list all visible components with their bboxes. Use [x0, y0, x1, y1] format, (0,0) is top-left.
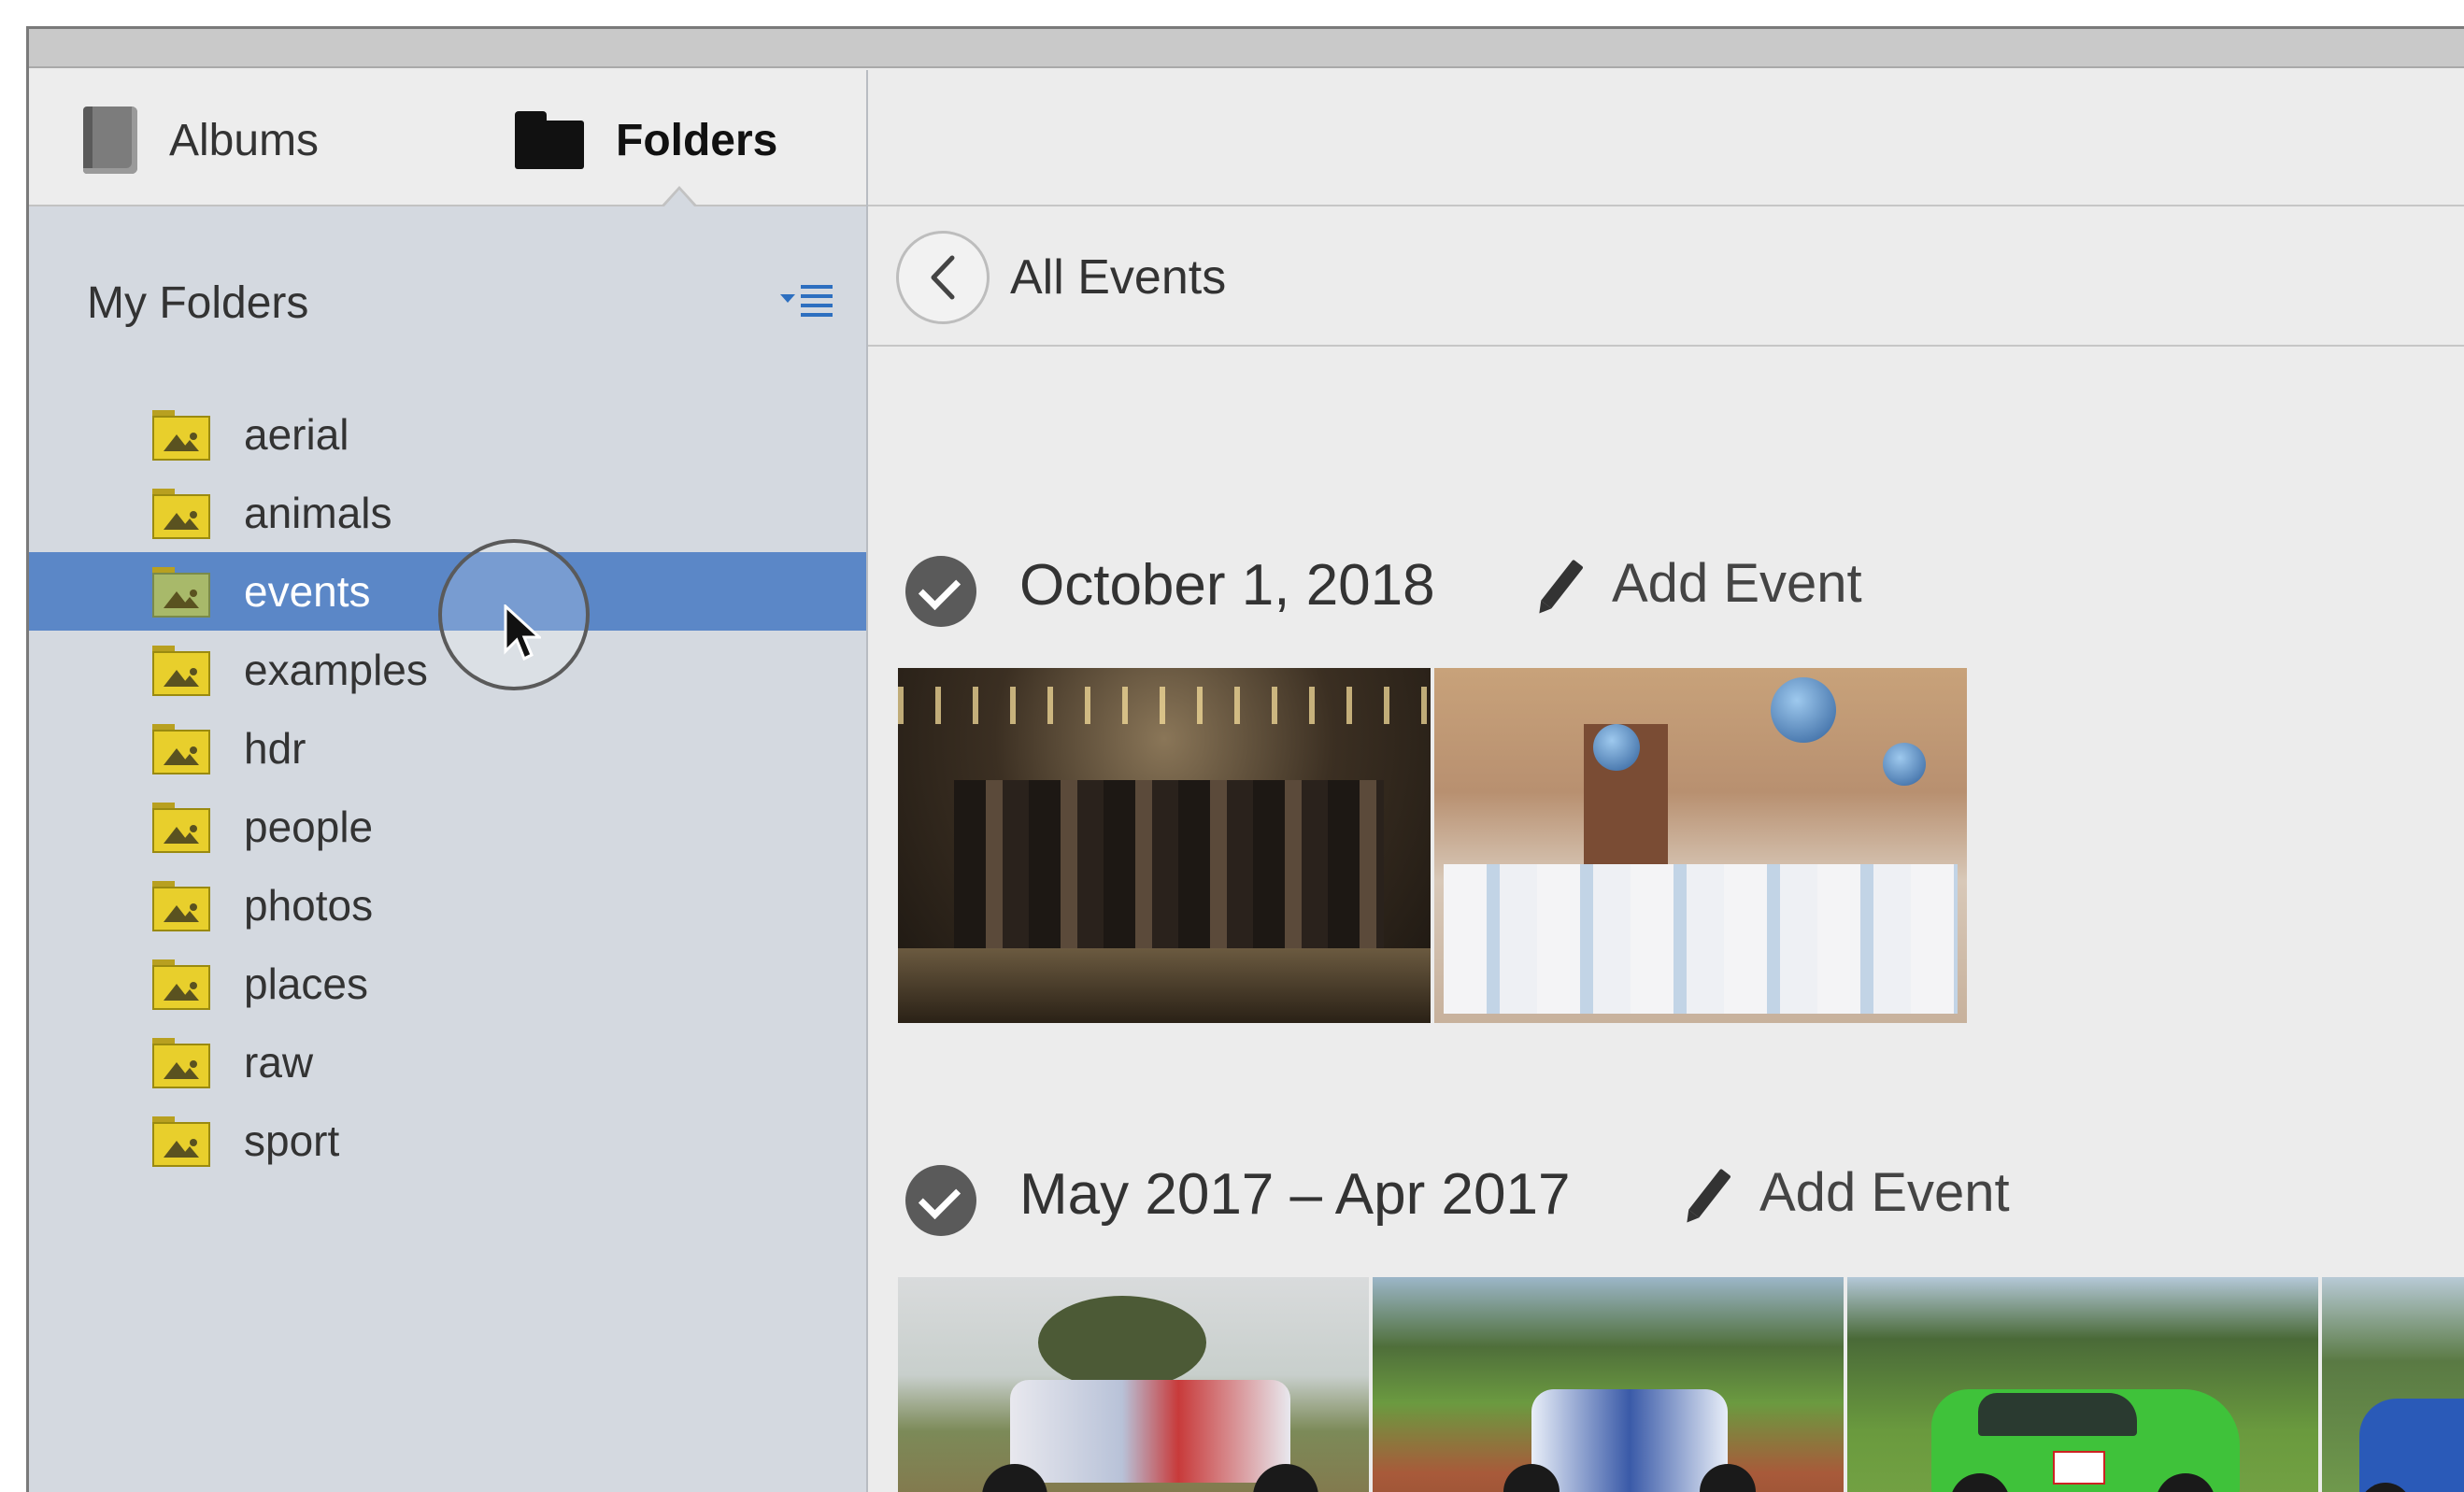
folder-label: events — [244, 567, 371, 616]
image-folder-icon — [152, 881, 210, 931]
folder-item-aerial[interactable]: aerial — [29, 395, 866, 474]
image-folder-icon — [152, 646, 210, 696]
check-circle-icon[interactable] — [905, 556, 976, 627]
dropdown-arrow-icon — [780, 294, 795, 303]
event-header: May 2017 – Apr 2017 Add Event — [868, 1156, 2457, 1240]
event-date: May 2017 – Apr 2017 — [1019, 1162, 1571, 1227]
folder-label: people — [244, 803, 374, 851]
add-event-label: Add Event — [1759, 1162, 2010, 1223]
folder-item-places[interactable]: places — [29, 945, 866, 1023]
folder-label: raw — [244, 1038, 314, 1087]
image-folder-icon — [152, 959, 210, 1010]
folder-label: aerial — [244, 410, 349, 459]
folder-item-photos[interactable]: photos — [29, 866, 866, 945]
image-folder-icon — [152, 489, 210, 539]
add-event-button[interactable]: Add Event — [1541, 552, 1862, 615]
photo-thumbnail[interactable] — [2322, 1277, 2464, 1492]
check-circle-icon[interactable] — [905, 1165, 976, 1236]
tab-folders[interactable]: Folders — [515, 107, 777, 173]
photo-thumbnail[interactable] — [898, 668, 1431, 1023]
tab-albums[interactable]: Albums — [83, 107, 320, 174]
image-folder-icon — [152, 724, 210, 774]
pencil-icon — [1541, 559, 1584, 608]
tab-albums-label: Albums — [169, 115, 320, 165]
back-button[interactable] — [896, 231, 990, 324]
folder-item-hdr[interactable]: hdr — [29, 709, 866, 788]
image-folder-icon — [152, 1038, 210, 1088]
photo-thumbnail[interactable] — [898, 1277, 1369, 1492]
chevron-left-icon — [931, 255, 955, 300]
photo-thumbnail[interactable] — [1373, 1277, 1844, 1492]
image-folder-icon — [152, 410, 210, 461]
section-title: My Folders — [87, 278, 309, 328]
photo-thumbnail[interactable] — [1434, 668, 1967, 1023]
image-folder-icon — [152, 567, 210, 618]
pencil-icon — [1688, 1168, 1731, 1217]
folder-label: animals — [244, 489, 392, 537]
photo-thumbnail[interactable] — [1847, 1277, 2318, 1492]
add-event-label: Add Event — [1612, 553, 1862, 614]
mouse-cursor-icon — [504, 604, 541, 661]
folder-item-people[interactable]: people — [29, 788, 866, 866]
tab-folders-label: Folders — [616, 115, 778, 165]
folder-item-raw[interactable]: raw — [29, 1023, 866, 1101]
list-icon — [801, 285, 833, 317]
folder-item-animals[interactable]: animals — [29, 474, 866, 552]
image-folder-icon — [152, 803, 210, 853]
folder-label: examples — [244, 646, 428, 694]
folder-label: sport — [244, 1116, 340, 1165]
main-panel: All Events October 1, 2018 Add Event May… — [868, 70, 2464, 1492]
sidebar: Albums Folders My Folders aerial animals — [29, 70, 868, 1492]
event-header: October 1, 2018 Add Event — [868, 547, 2363, 631]
active-tab-indicator — [661, 186, 698, 207]
event-date: October 1, 2018 — [1019, 553, 1435, 618]
folder-list: aerial animals events examples hdr peopl… — [29, 395, 866, 1180]
add-event-button[interactable]: Add Event — [1688, 1161, 2010, 1224]
folder-label: photos — [244, 881, 374, 930]
app-window: Albums Folders My Folders aerial animals — [26, 26, 2464, 1492]
events-nav-bar: All Events — [868, 206, 2464, 347]
image-folder-icon — [152, 1116, 210, 1167]
folder-icon — [515, 111, 584, 169]
folder-item-sport[interactable]: sport — [29, 1101, 866, 1180]
book-icon — [83, 107, 137, 174]
main-toolbar — [868, 70, 2464, 206]
sidebar-tabs: Albums Folders — [29, 70, 866, 207]
nav-title: All Events — [1010, 250, 1227, 305]
title-bar — [29, 29, 2464, 68]
folder-label: places — [244, 959, 368, 1008]
folder-label: hdr — [244, 724, 306, 773]
sort-menu-button[interactable] — [780, 279, 836, 324]
